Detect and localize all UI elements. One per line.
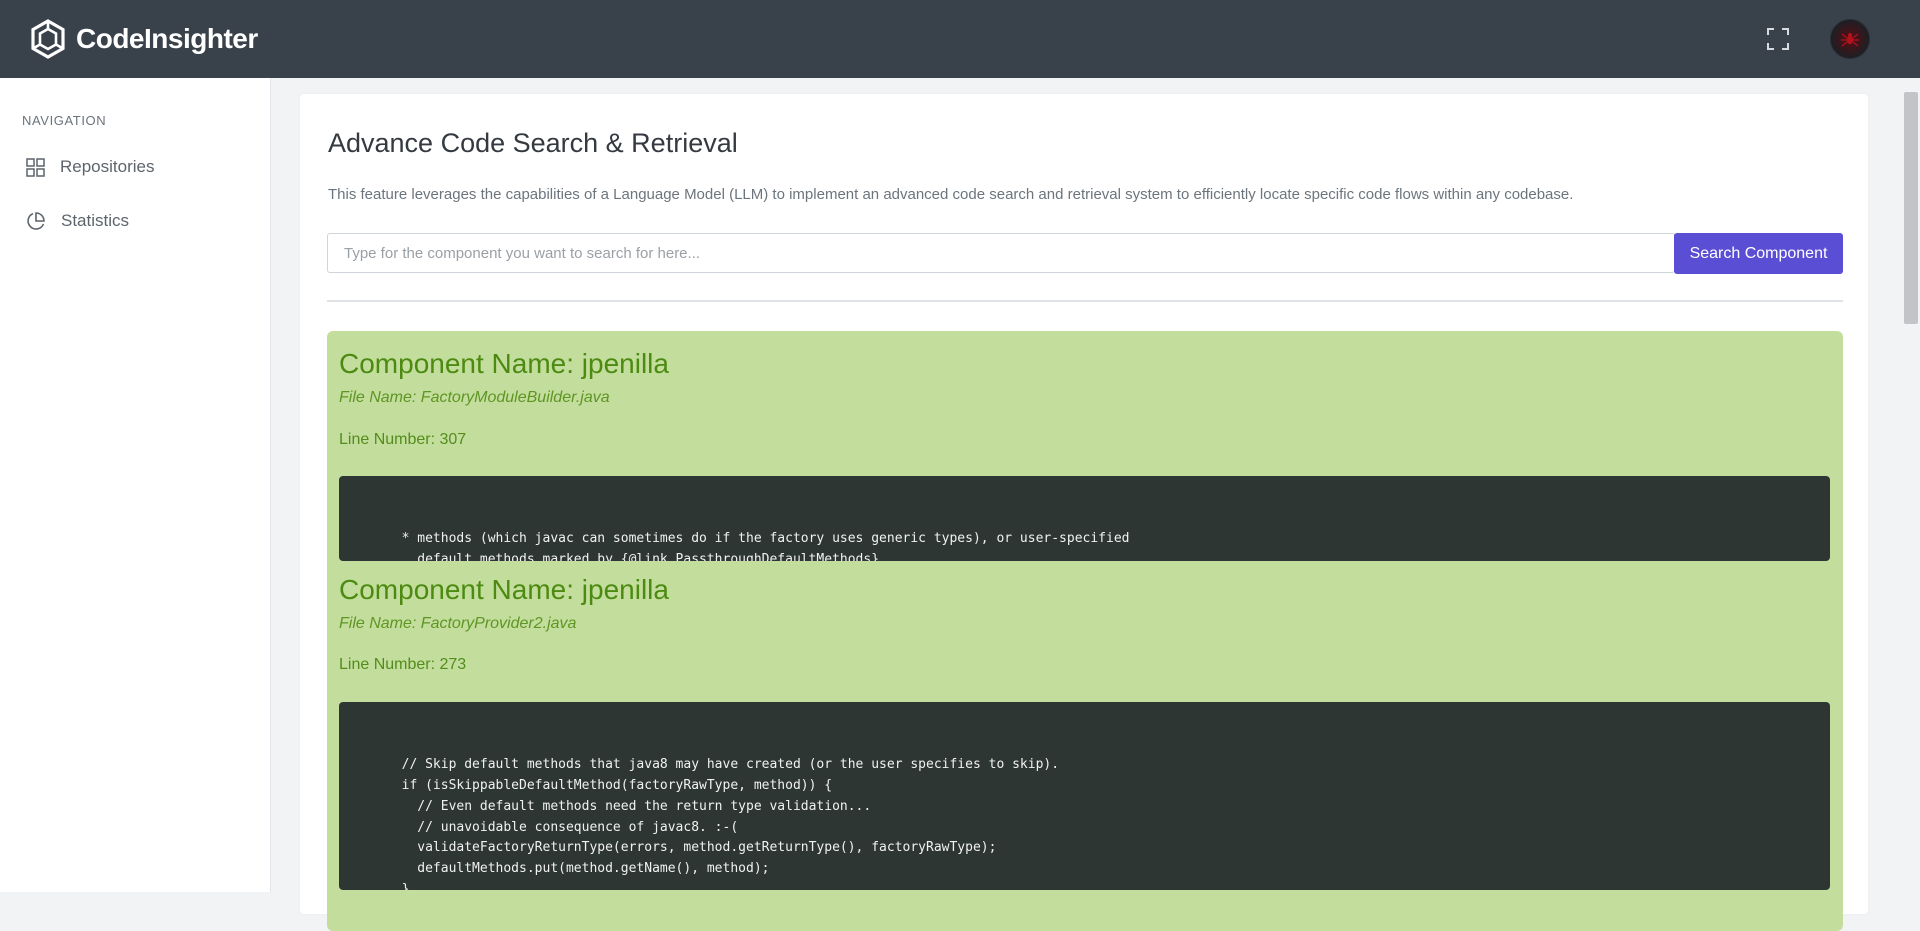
top-bar: CodeInsighter — [0, 0, 1920, 78]
code-line: * methods (which javac can sometimes do … — [339, 531, 1130, 547]
pie-chart-icon — [27, 212, 45, 230]
page-title: Advance Code Search & Retrieval — [328, 128, 738, 158]
logo-icon — [31, 19, 65, 59]
code-line: // Even default methods need the return … — [339, 798, 872, 814]
sidebar-item-label: Statistics — [61, 211, 130, 230]
page-description: This feature leverages the capabilities … — [328, 186, 1574, 203]
code-line: defaultMethods.put(method.getName(), met… — [339, 860, 770, 876]
code-line: // unavoidable consequence of javac8. :-… — [339, 819, 739, 835]
line-number: Line Number: 307 — [339, 431, 467, 448]
sidebar: NAVIGATION Repositories Statistics — [0, 78, 271, 892]
sidebar-item-statistics[interactable]: Statistics — [26, 211, 129, 231]
divider — [327, 300, 1843, 302]
scrollbar-thumb[interactable] — [1904, 92, 1918, 324]
nav-heading: NAVIGATION — [22, 113, 107, 128]
code-line: } — [339, 881, 410, 890]
file-name: File Name: FactoryModuleBuilder.java — [339, 389, 610, 406]
file-name: File Name: FactoryProvider2.java — [339, 615, 577, 632]
code-block: // Skip default methods that java8 may h… — [339, 702, 1830, 890]
results-panel: Component Name: jpenilla File Name: Fact… — [327, 331, 1843, 931]
code-line: default methods marked by {@link Passthr… — [339, 552, 887, 561]
sidebar-item-label: Repositories — [60, 157, 155, 176]
search-input[interactable] — [327, 233, 1675, 273]
component-name: Component Name: jpenilla — [339, 574, 669, 605]
main-card: Advance Code Search & Retrieval This fea… — [300, 94, 1868, 931]
search-component-button[interactable]: Search Component — [1674, 233, 1843, 274]
brand[interactable]: CodeInsighter — [30, 19, 258, 59]
code-line: if (isSkippableDefaultMethod(factoryRawT… — [339, 778, 833, 794]
grid-icon — [26, 157, 45, 177]
app-name: CodeInsighter — [76, 23, 258, 54]
fullscreen-icon[interactable] — [1766, 27, 1790, 51]
sidebar-item-repositories[interactable]: Repositories — [26, 157, 155, 177]
component-name: Component Name: jpenilla — [339, 348, 669, 379]
avatar[interactable] — [1830, 19, 1870, 59]
code-line: // Skip default methods that java8 may h… — [339, 757, 1060, 773]
code-block: * methods (which javac can sometimes do … — [339, 476, 1830, 561]
code-line: validateFactoryReturnType(errors, method… — [339, 840, 997, 856]
spider-icon — [1841, 33, 1859, 47]
line-number: Line Number: 273 — [339, 656, 467, 673]
